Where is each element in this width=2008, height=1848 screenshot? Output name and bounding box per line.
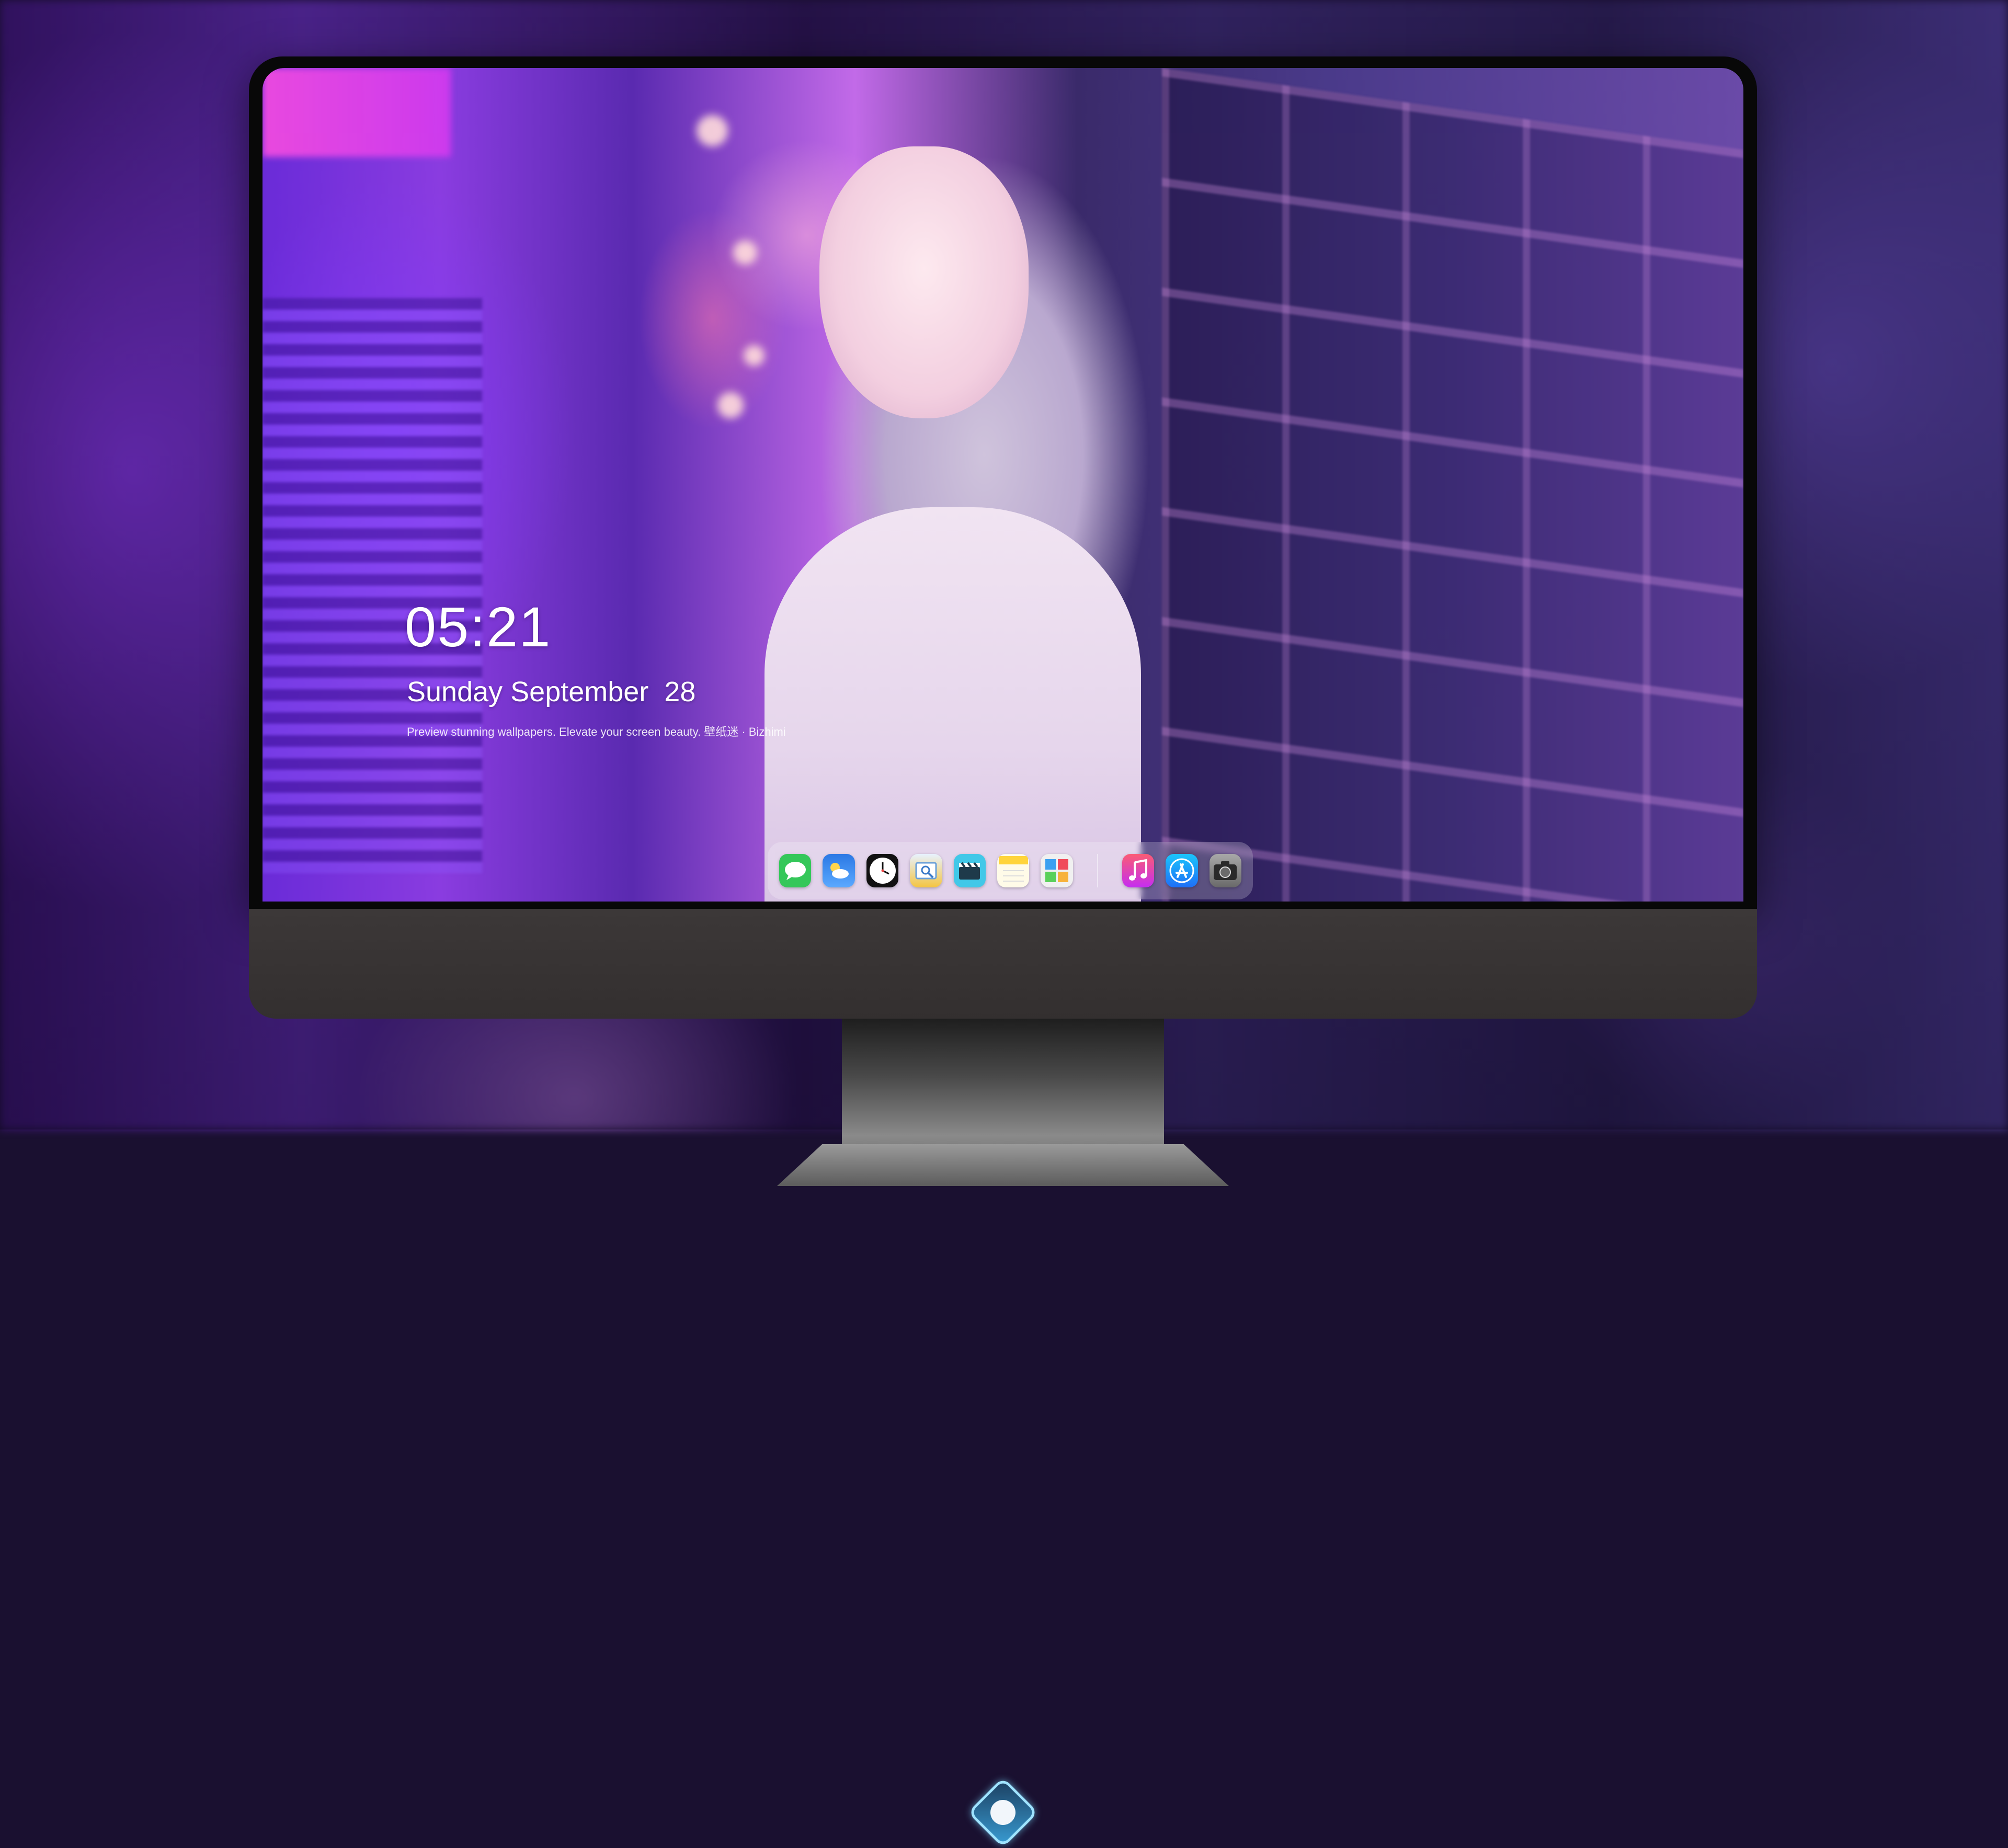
dock-app-photo-booth[interactable] <box>1041 854 1073 887</box>
dock-app-clock[interactable] <box>866 854 899 887</box>
preview-icon <box>915 862 937 880</box>
clapperboard-icon <box>959 862 980 880</box>
dock-app-preview[interactable] <box>910 854 942 887</box>
lock-screen-clock: 05:21 <box>405 595 552 658</box>
lock-screen-date: Sunday September 28 <box>407 676 696 708</box>
monitor: 05:21 Sunday September 28 Preview stunni… <box>249 56 1757 1848</box>
brick-wall <box>1162 68 1743 902</box>
lock-screen[interactable]: 05:21 Sunday September 28 Preview stunni… <box>263 68 1743 902</box>
neon-sign <box>263 68 451 157</box>
music-note-icon <box>1129 859 1148 881</box>
dock <box>768 842 1253 899</box>
photo-booth-icon <box>1045 859 1069 882</box>
monitor-stand-base <box>777 1144 1229 1186</box>
dock-app-clips[interactable] <box>953 854 986 887</box>
street-light <box>717 392 744 418</box>
monitor-bezel: 05:21 Sunday September 28 Preview stunni… <box>249 56 1757 909</box>
message-bubble-icon <box>784 862 806 880</box>
monitor-chin <box>249 909 1757 1848</box>
dock-app-camera[interactable] <box>1209 854 1241 887</box>
mascot-icon <box>990 1800 1016 1825</box>
clock-icon <box>869 858 896 884</box>
dock-app-app-store[interactable] <box>1166 854 1198 887</box>
wallpaper-figure-face <box>819 146 1029 418</box>
notes-icon <box>998 856 1028 882</box>
brand-logo <box>967 1777 1039 1848</box>
dock-app-notes[interactable] <box>997 854 1030 887</box>
dock-app-messages[interactable] <box>779 854 812 887</box>
app-store-icon <box>1169 858 1194 883</box>
cloud-sun-icon <box>830 863 849 879</box>
dock-separator <box>1097 854 1098 887</box>
dock-app-music[interactable] <box>1122 854 1155 887</box>
shop-shutter <box>263 298 482 873</box>
street-light <box>697 115 728 146</box>
dock-app-weather[interactable] <box>823 854 855 887</box>
wallpaper-caption: Preview stunning wallpapers. Elevate you… <box>407 725 786 738</box>
camera-icon <box>1214 861 1237 880</box>
